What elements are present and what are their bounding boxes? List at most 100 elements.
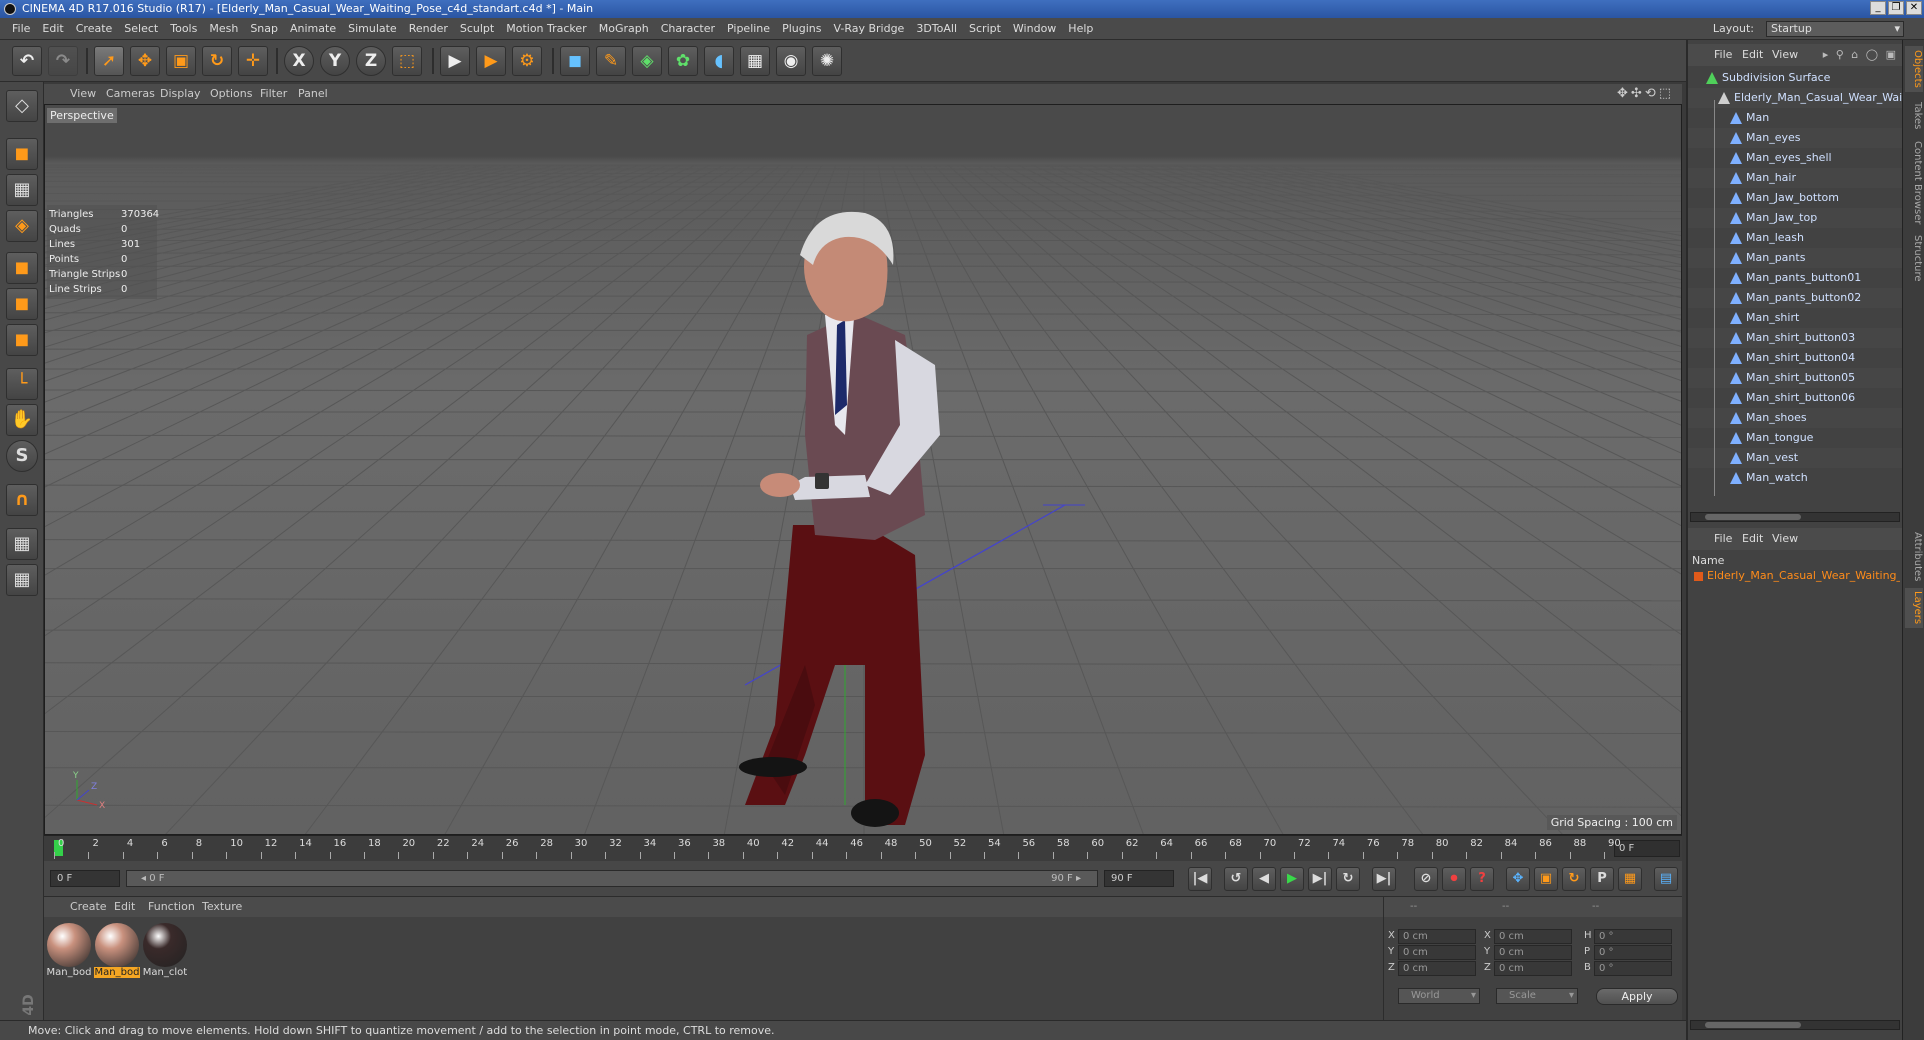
- rotation-p-field[interactable]: 0 °: [1594, 945, 1672, 960]
- solo-mode-button[interactable]: S: [6, 440, 38, 472]
- next-frame-button[interactable]: ▶|: [1308, 867, 1332, 891]
- object-item[interactable]: Man_shirt_button06: [1688, 388, 1902, 408]
- scrollbar-thumb[interactable]: [1705, 1022, 1801, 1028]
- viewport-menu-cameras[interactable]: Cameras: [106, 84, 155, 104]
- tab-takes[interactable]: Takes: [1905, 96, 1923, 136]
- autokeying-button[interactable]: ?: [1470, 867, 1494, 891]
- minimize-button[interactable]: _: [1870, 1, 1886, 15]
- go-to-start-button[interactable]: |◀: [1188, 867, 1212, 891]
- tab-layers[interactable]: Layers: [1905, 588, 1923, 628]
- tab-objects[interactable]: Objects: [1905, 46, 1923, 92]
- viewport-menu-view[interactable]: View: [70, 84, 96, 104]
- material-menu-edit[interactable]: Edit: [114, 897, 135, 917]
- edges-mode-button[interactable]: ◼: [6, 288, 38, 320]
- object-item[interactable]: Man_shirt_button05: [1688, 368, 1902, 388]
- layer-item[interactable]: Elderly_Man_Casual_Wear_Waiting_: [1694, 569, 1900, 582]
- tab-structure[interactable]: Structure: [1905, 230, 1923, 286]
- object-subdivision-surface[interactable]: Subdivision Surface: [1688, 68, 1902, 88]
- scale-tool-button[interactable]: ▣: [166, 46, 196, 76]
- pen-spline-button[interactable]: ✎: [596, 46, 626, 76]
- menu-tools[interactable]: Tools: [164, 18, 203, 40]
- snap-button[interactable]: ∩: [6, 484, 38, 516]
- menu-snap[interactable]: Snap: [244, 18, 284, 40]
- layer-menu-file[interactable]: File: [1714, 528, 1732, 550]
- menu-3dtoall[interactable]: 3DToAll: [910, 18, 963, 40]
- perspective-viewport[interactable]: Y X Z Perspective Triangles 370364 Quads 0 L…: [44, 104, 1682, 835]
- record-parameter-button[interactable]: P: [1590, 867, 1614, 891]
- viewport-menu-filter[interactable]: Filter: [260, 84, 287, 104]
- redo-button[interactable]: ↷: [48, 46, 78, 76]
- z-axis-button[interactable]: Z: [356, 46, 386, 76]
- position-y-field[interactable]: 0 cm: [1398, 945, 1476, 960]
- menu-help[interactable]: Help: [1062, 18, 1099, 40]
- points-mode-button[interactable]: ◼: [6, 252, 38, 284]
- menu-motion-tracker[interactable]: Motion Tracker: [500, 18, 592, 40]
- object-item[interactable]: Man_shoes: [1688, 408, 1902, 428]
- viewport-menu-options[interactable]: Options: [210, 84, 252, 104]
- viewport-navigation-icons[interactable]: ✥✣⟲⬚: [1617, 86, 1674, 101]
- record-pla-button[interactable]: ▦: [1618, 867, 1642, 891]
- light-button[interactable]: ✺: [812, 46, 842, 76]
- apply-button[interactable]: Apply: [1596, 988, 1678, 1005]
- y-axis-button[interactable]: Y: [320, 46, 350, 76]
- object-item[interactable]: Man_Jaw_bottom: [1688, 188, 1902, 208]
- record-active-objects-button[interactable]: ⏺: [1442, 867, 1466, 891]
- object-item[interactable]: Man_shirt: [1688, 308, 1902, 328]
- object-item[interactable]: Man_eyes_shell: [1688, 148, 1902, 168]
- menu-animate[interactable]: Animate: [284, 18, 342, 40]
- material-menu-texture[interactable]: Texture: [202, 897, 242, 917]
- menu-window[interactable]: Window: [1007, 18, 1062, 40]
- menu-file[interactable]: File: [6, 18, 36, 40]
- coordinate-mode-select[interactable]: World ▾: [1398, 988, 1480, 1004]
- tweak-mode-button[interactable]: ✋: [6, 404, 38, 436]
- menu-edit[interactable]: Edit: [36, 18, 69, 40]
- menu-pipeline[interactable]: Pipeline: [721, 18, 776, 40]
- layer-menu-view[interactable]: View: [1772, 528, 1798, 550]
- timeline-ruler[interactable]: 0 F 0 2 4 6 8 10 12 14 16 18 20 22 24 26 28 30 32 34 36 38 4…: [44, 835, 1682, 861]
- deformer-button[interactable]: ◖: [704, 46, 734, 76]
- object-item[interactable]: Man_eyes: [1688, 128, 1902, 148]
- transform-tool-button[interactable]: ✛: [238, 46, 268, 76]
- material-swatch[interactable]: Man_clot: [142, 923, 188, 987]
- rotation-b-field[interactable]: 0 °: [1594, 961, 1672, 976]
- menu-simulate[interactable]: Simulate: [342, 18, 403, 40]
- tab-attributes[interactable]: Attributes: [1905, 530, 1923, 584]
- size-z-field[interactable]: 0 cm: [1494, 961, 1572, 976]
- material-swatch[interactable]: Man_bod: [94, 923, 140, 987]
- polygons-mode-button[interactable]: ◼: [6, 324, 38, 356]
- next-key-button[interactable]: ↻: [1336, 867, 1360, 891]
- preview-range-slider[interactable]: ◂ 0 F 90 F ▸: [126, 870, 1098, 887]
- model-mode-button[interactable]: ◼: [6, 138, 38, 170]
- size-y-field[interactable]: 0 cm: [1494, 945, 1572, 960]
- close-button[interactable]: ✕: [1906, 1, 1922, 15]
- layout-select[interactable]: Startup ▾: [1766, 21, 1904, 37]
- workplane-mode-button[interactable]: ◈: [6, 210, 38, 242]
- rotate-tool-button[interactable]: ↻: [202, 46, 232, 76]
- end-frame-field[interactable]: 90 F: [1104, 870, 1174, 887]
- object-menu-edit[interactable]: Edit: [1742, 44, 1763, 66]
- undo-button[interactable]: ↶: [12, 46, 42, 76]
- scrollbar-thumb[interactable]: [1705, 514, 1801, 520]
- object-item[interactable]: Man_watch: [1688, 468, 1902, 488]
- layer-manager-scrollbar[interactable]: [1690, 1020, 1900, 1030]
- object-menu-file[interactable]: File: [1714, 44, 1732, 66]
- object-item[interactable]: Man_shirt_button04: [1688, 348, 1902, 368]
- menu-script[interactable]: Script: [963, 18, 1007, 40]
- record-rotation-button[interactable]: ↻: [1562, 867, 1586, 891]
- coordinate-system-button[interactable]: ⬚: [392, 46, 422, 76]
- camera-button[interactable]: ◉: [776, 46, 806, 76]
- render-settings-button[interactable]: ⚙: [512, 46, 542, 76]
- rotation-h-field[interactable]: 0 °: [1594, 929, 1672, 944]
- play-button[interactable]: ▶: [1280, 867, 1304, 891]
- object-item[interactable]: Man_pants: [1688, 248, 1902, 268]
- size-x-field[interactable]: 0 cm: [1494, 929, 1572, 944]
- record-position-button[interactable]: ✥: [1506, 867, 1530, 891]
- select-tool-button[interactable]: ➚: [94, 46, 124, 76]
- move-tool-button[interactable]: ✥: [130, 46, 160, 76]
- object-item[interactable]: Man_shirt_button03: [1688, 328, 1902, 348]
- object-menu-view[interactable]: View: [1772, 44, 1798, 66]
- record-scale-button[interactable]: ▣: [1534, 867, 1558, 891]
- planar-workplane-button[interactable]: ▦: [6, 564, 38, 596]
- menu-select[interactable]: Select: [118, 18, 164, 40]
- tab-content-browser[interactable]: Content Browser: [1905, 140, 1923, 226]
